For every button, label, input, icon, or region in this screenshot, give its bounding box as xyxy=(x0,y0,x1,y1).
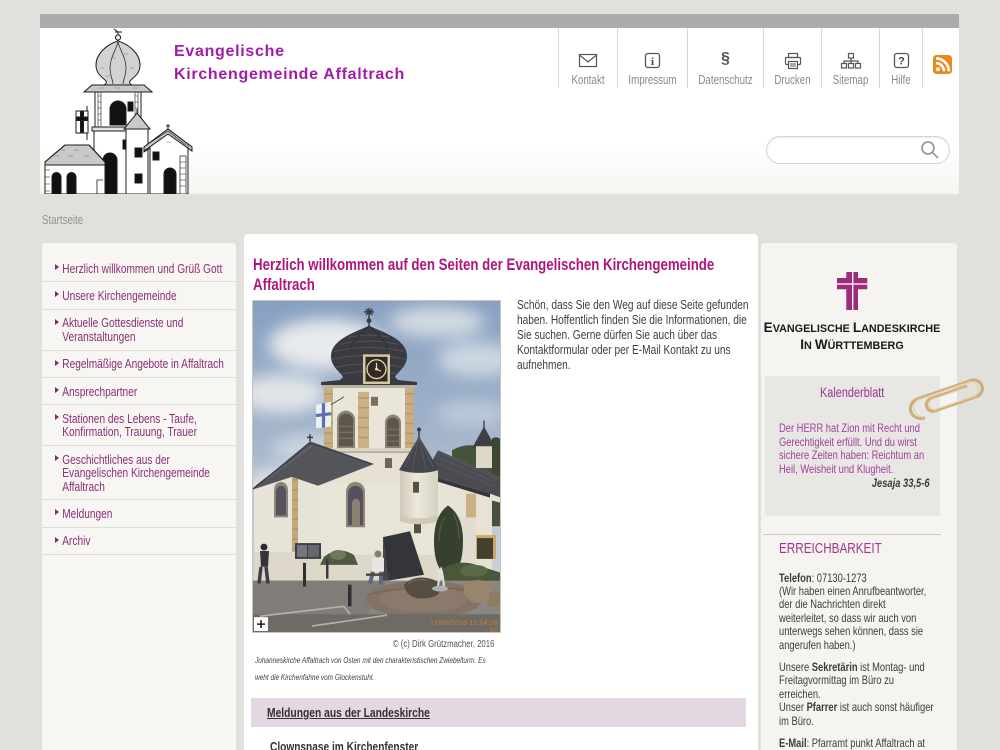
svg-text:?: ? xyxy=(898,56,905,68)
svg-text:17/09/2016 11:14:26: 17/09/2016 11:14:26 xyxy=(430,618,498,627)
svg-text:i: i xyxy=(651,56,654,68)
